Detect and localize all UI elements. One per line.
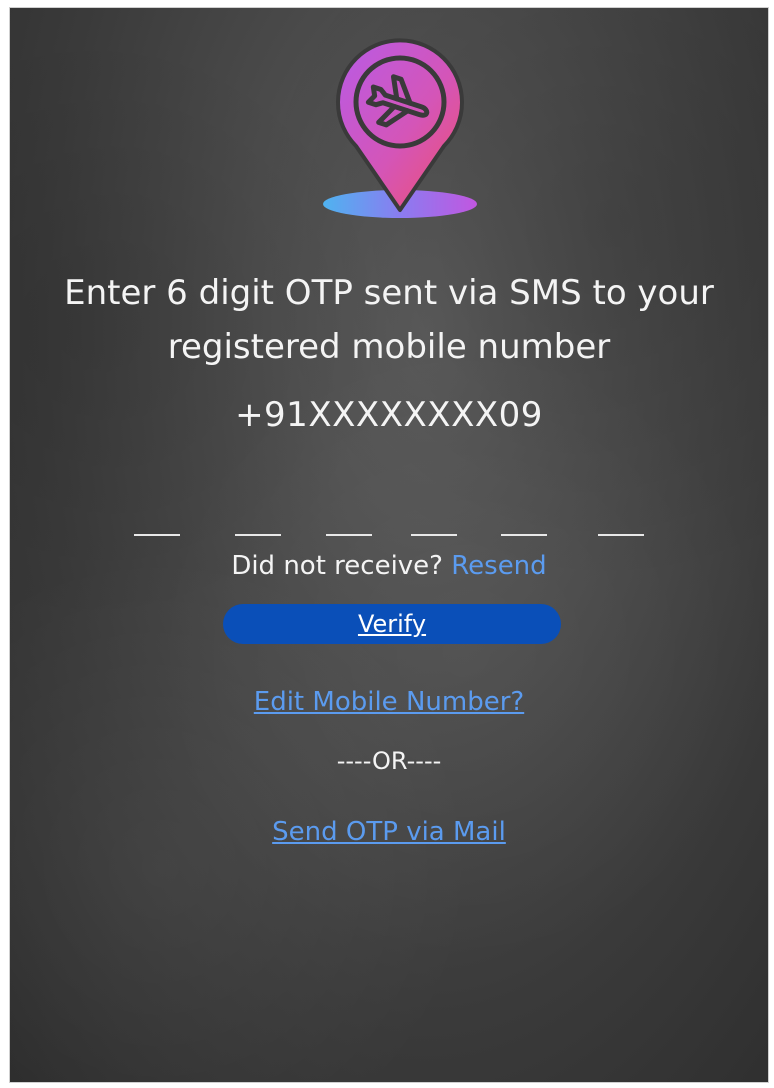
- otp-instruction-line-1: Enter 6 digit OTP sent via SMS to your: [64, 273, 714, 313]
- or-divider: ----OR----: [336, 747, 442, 775]
- masked-phone-number: +91XXXXXXXX09: [235, 395, 543, 435]
- otp-digit-3[interactable]: [326, 520, 372, 536]
- resend-prompt: Did not receive?: [231, 551, 443, 581]
- otp-digit-1[interactable]: [134, 520, 180, 536]
- otp-instruction-line-2: registered mobile number: [167, 327, 611, 367]
- otp-digit-2[interactable]: [235, 520, 281, 536]
- resend-row: Did not receive? Resend: [10, 548, 768, 584]
- airplane-location-pin-icon: [323, 38, 477, 218]
- send-otp-via-mail-link[interactable]: Send OTP via Mail: [10, 814, 768, 850]
- edit-mobile-number-link[interactable]: Edit Mobile Number?: [10, 684, 768, 720]
- otp-input-group: [10, 520, 768, 540]
- otp-digit-5[interactable]: [501, 520, 547, 536]
- otp-instruction: Enter 6 digit OTP sent via SMS to your r…: [10, 266, 768, 374]
- otp-digit-6[interactable]: [598, 520, 644, 536]
- otp-verification-screen: Enter 6 digit OTP sent via SMS to your r…: [10, 8, 768, 1082]
- verify-button[interactable]: Verify: [223, 604, 561, 644]
- otp-digit-4[interactable]: [411, 520, 457, 536]
- resend-link[interactable]: Resend: [451, 551, 546, 581]
